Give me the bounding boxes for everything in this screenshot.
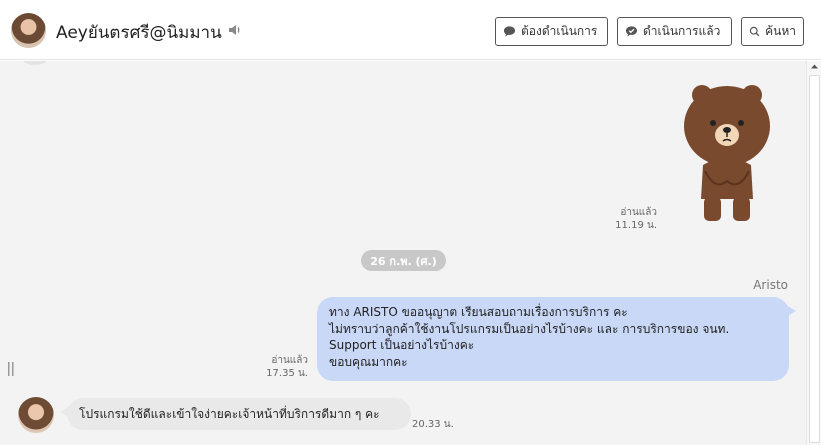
done-button[interactable]: ดำเนินการแล้ว <box>617 17 732 46</box>
resize-handle-icon[interactable] <box>7 361 15 377</box>
previous-avatar-edge <box>22 61 48 65</box>
scroll-thumb[interactable] <box>809 75 820 443</box>
incoming-message-bubble[interactable]: โปรแกรมใช้ดีและเข้าใจง่ายคะเจ้าหน้าที่บร… <box>60 398 411 430</box>
timestamp: 20.33 น. <box>412 419 454 430</box>
contact-avatar-small[interactable] <box>18 397 54 433</box>
message-line: ทาง ARISTO ขออนุญาต เรียนสอบถามเรื่องการ… <box>329 305 628 319</box>
chat-check-icon <box>625 26 638 37</box>
chat-bubble-icon <box>503 26 516 37</box>
chat-window: Aeyยันตรศรี@นิมมาน ต้องดำเนินการ ดำเนินก… <box>0 0 821 445</box>
search-icon <box>749 26 760 37</box>
sticker-meta: อ่านแล้ว 11.19 น. <box>600 206 657 232</box>
timestamp: 17.35 น. <box>266 368 308 379</box>
contact-name[interactable]: Aeyยันตรศรี@นิมมาน <box>56 19 222 46</box>
brown-bear-sticker[interactable] <box>680 79 774 225</box>
search-label: ค้นหา <box>765 24 796 38</box>
read-receipt: อ่านแล้ว <box>271 355 308 366</box>
message-line: Support เป็นอย่างไรบ้างคะ <box>329 338 475 352</box>
sender-name: Aristo <box>753 278 788 292</box>
speaker-icon[interactable] <box>227 22 243 38</box>
need-action-label: ต้องดำเนินการ <box>521 24 598 38</box>
scroll-up-icon[interactable] <box>810 62 819 71</box>
done-label: ดำเนินการแล้ว <box>643 24 721 38</box>
message-list[interactable]: อ่านแล้ว 11.19 น. 26 ก.พ. (ศ.) Aristo ทา… <box>0 61 806 445</box>
read-receipt: อ่านแล้ว <box>620 207 657 218</box>
contact-avatar[interactable] <box>11 13 46 48</box>
message-line: ขอบคุณมากคะ <box>329 354 408 369</box>
search-button[interactable]: ค้นหา <box>741 17 804 46</box>
need-action-button[interactable]: ต้องดำเนินการ <box>495 17 608 46</box>
timestamp: 11.19 น. <box>615 220 657 231</box>
message-line: ไม่ทราบว่าลูกค้าใช้งานโปรแกรมเป็นอย่างไร… <box>329 321 730 336</box>
outgoing-message-bubble[interactable]: ทาง ARISTO ขออนุญาต เรียนสอบถามเรื่องการ… <box>317 297 796 381</box>
outgoing-message-meta: อ่านแล้ว 17.35 น. <box>251 354 308 380</box>
vertical-scrollbar[interactable] <box>806 61 821 445</box>
chat-header: Aeyยันตรศรี@นิมมาน ต้องดำเนินการ ดำเนินก… <box>0 0 821 60</box>
date-separator: 26 ก.พ. (ศ.) <box>361 250 446 271</box>
